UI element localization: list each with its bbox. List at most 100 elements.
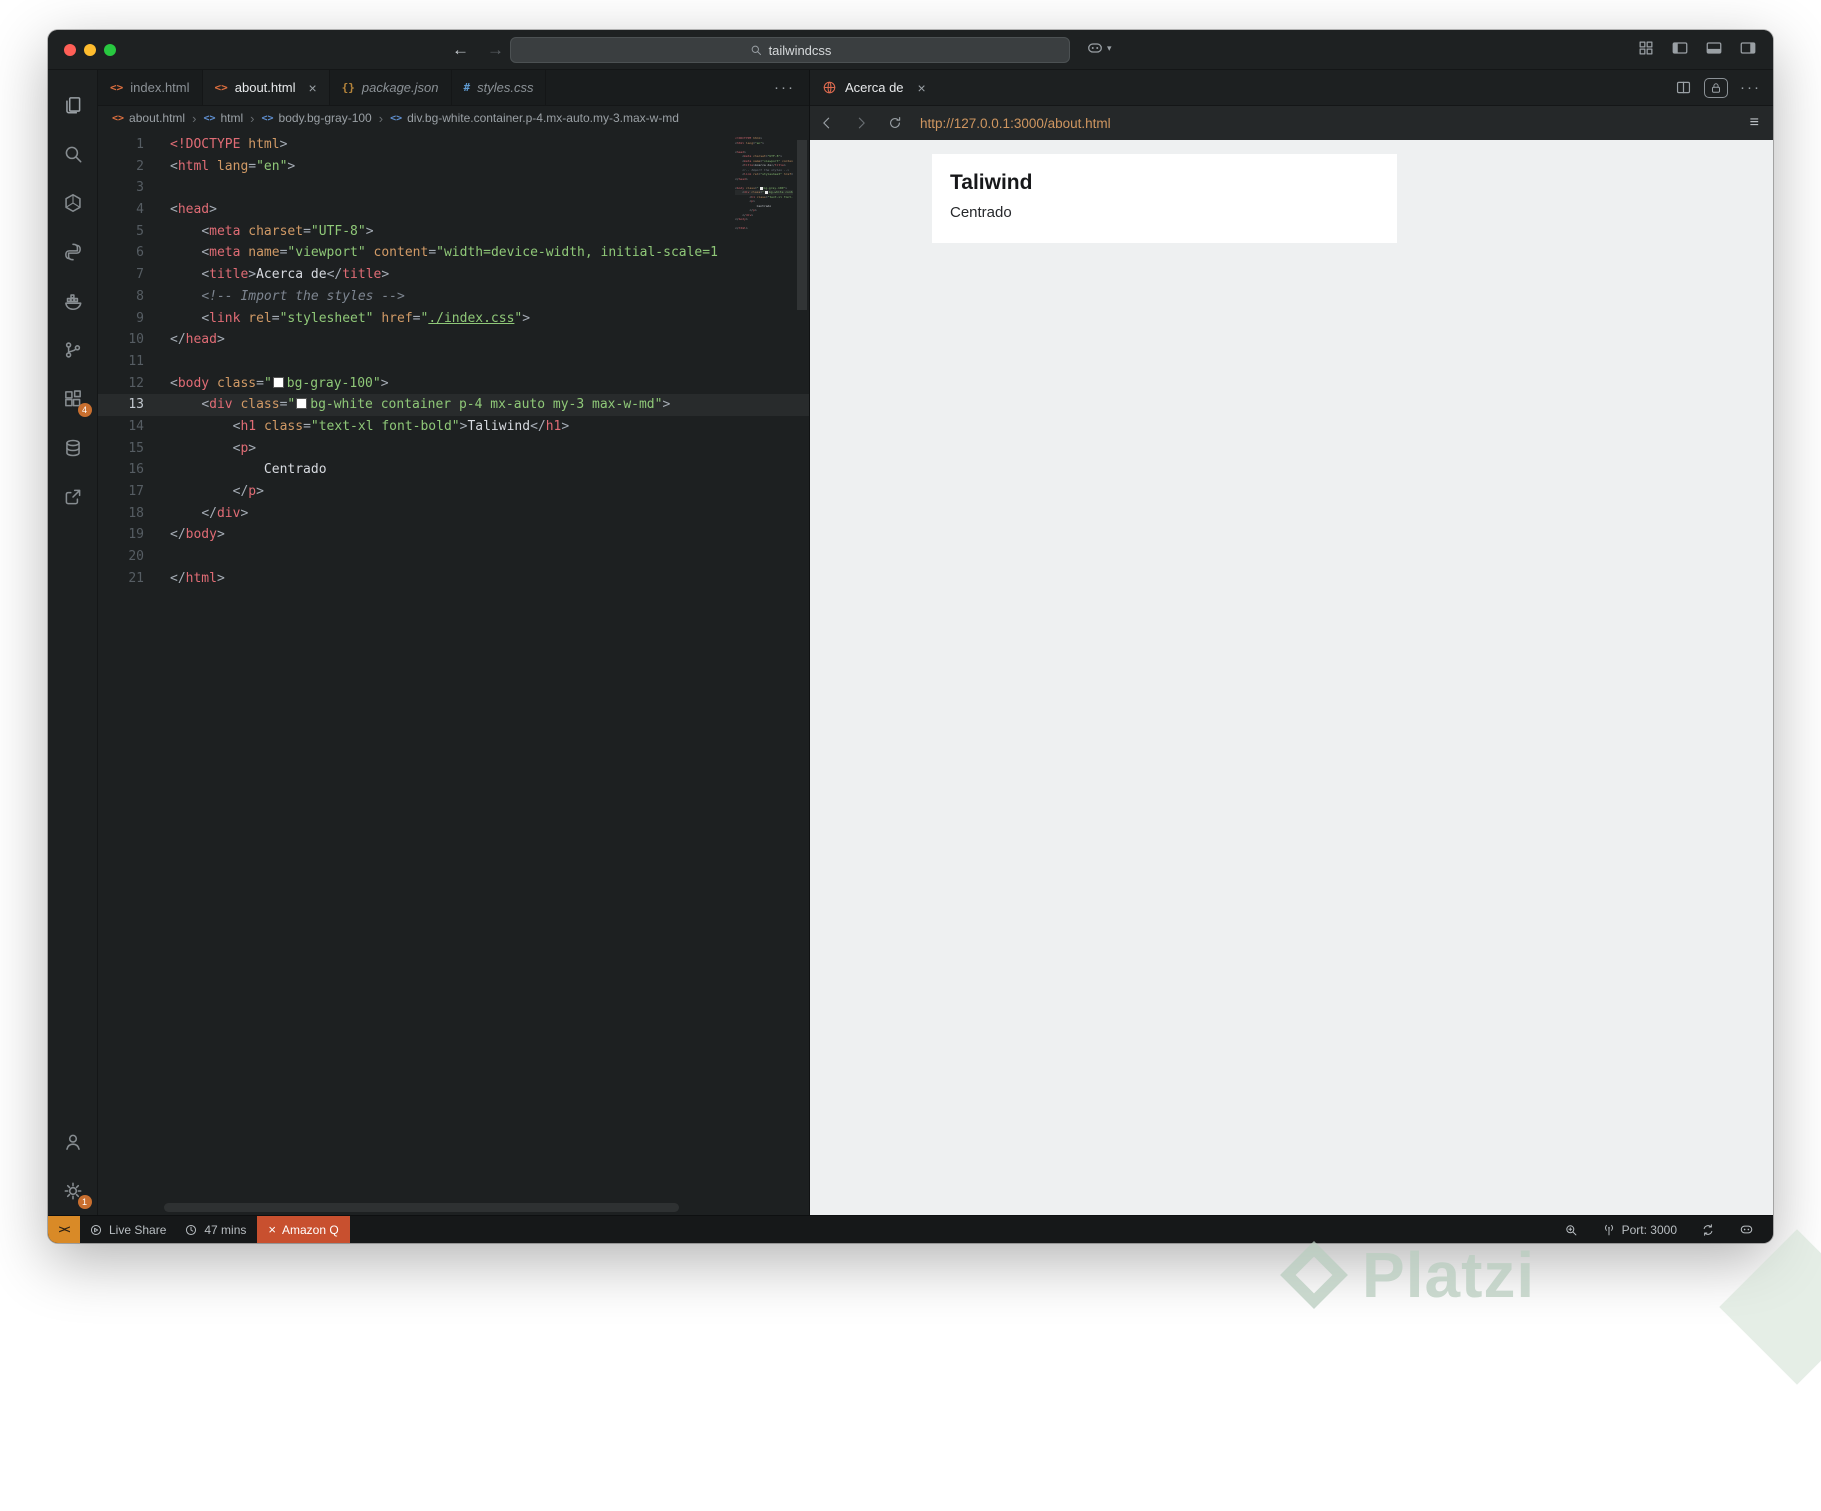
browser-forward-button[interactable] (844, 115, 878, 131)
command-center-search[interactable]: tailwindcss (510, 37, 1070, 63)
browser-reload-button[interactable] (878, 115, 912, 131)
code-editor[interactable]: 1 <!DOCTYPE html> 2 <html lang="en"> 3 4 <head… (98, 130, 809, 1215)
breadcrumb-item[interactable]: <> html (203, 111, 243, 125)
code-token: > (216, 332, 225, 348)
settings-menu[interactable]: 1 (49, 1166, 97, 1215)
code-line[interactable]: 16 Centrado (98, 459, 809, 481)
sidebar-item-database[interactable] (49, 423, 97, 472)
copilot-menu[interactable]: ▾ (1086, 39, 1112, 57)
remote-indicator[interactable]: >< (48, 1216, 80, 1243)
split-editor-icon[interactable] (1675, 79, 1692, 96)
browser-viewport[interactable]: Taliwind Centrado (810, 140, 1773, 1215)
code-token: lang (216, 158, 249, 174)
code-line[interactable]: 3 (98, 177, 809, 199)
history-back-button[interactable]: ← (452, 40, 469, 60)
code-line[interactable]: 9 <link rel="stylesheet" href="./index.c… (98, 308, 809, 330)
horizontal-scrollbar[interactable] (164, 1203, 679, 1212)
sidebar-item-live-share[interactable] (49, 472, 97, 521)
sidebar-item-python[interactable] (49, 227, 97, 276)
session-timer[interactable]: 47 mins (175, 1216, 255, 1243)
breadcrumb-item[interactable]: <> div.bg-white.container.p-4.mx-auto.my-… (390, 111, 679, 125)
browser-back-button[interactable] (810, 115, 844, 131)
live-share-button[interactable]: Live Share (80, 1216, 175, 1243)
code-line[interactable]: 10 </head> (98, 329, 809, 351)
sidebar-item-extensions[interactable]: 4 (49, 374, 97, 423)
code-line[interactable]: 14 <h1 class="text-xl font-bold">Taliwin… (98, 416, 809, 438)
amazon-q-button[interactable]: × Amazon Q (257, 1216, 350, 1243)
tab-index.html[interactable]: <> index.html (98, 70, 203, 105)
line-number: 17 (128, 484, 144, 499)
code-line[interactable]: 8 <!-- Import the styles --> (98, 286, 809, 308)
code-line[interactable]: 1 <!DOCTYPE html> (98, 134, 809, 156)
close-icon[interactable]: × (918, 80, 926, 96)
lock-toggle[interactable] (1704, 77, 1728, 98)
sidebar-item-explorer[interactable] (49, 80, 97, 129)
code-line[interactable]: 21 </html> (98, 568, 809, 590)
breadcrumb-item[interactable]: <> body.bg-gray-100 (262, 111, 372, 125)
code-token: div (209, 397, 233, 413)
code-token: Taliwind (467, 418, 531, 434)
symbol-icon: <> (112, 112, 125, 124)
code-token: h1 (545, 418, 562, 434)
toggle-panel-bottom-icon[interactable] (1705, 39, 1723, 57)
tab-package.json[interactable]: {} package.json (329, 70, 452, 105)
grid-layout-icon[interactable] (1637, 39, 1655, 57)
amazon-q-label: Amazon Q (282, 1222, 339, 1237)
account-menu[interactable] (49, 1117, 97, 1166)
url-bar[interactable]: http://127.0.0.1:3000/about.html (912, 116, 1736, 131)
toggle-sidebar-right-icon[interactable] (1739, 39, 1757, 57)
sidebar-item-docker[interactable] (49, 276, 97, 325)
tab-browser-preview[interactable]: Acerca de × (810, 70, 938, 105)
watermark-text: Platzi (1362, 1239, 1536, 1311)
code-line[interactable]: 19 </body> (98, 524, 809, 546)
code-line[interactable]: 12 <body class=" bg-gray-100"> (98, 373, 809, 395)
code-token: </ (170, 527, 186, 543)
maximize-window-button[interactable] (104, 44, 116, 56)
line-number: 9 (136, 310, 144, 326)
line-number: 13 (128, 397, 144, 413)
code-token: html (177, 158, 210, 174)
close-icon[interactable]: × (268, 1222, 276, 1237)
code-line[interactable]: 4 <head> (98, 199, 809, 221)
toggle-sidebar-left-icon[interactable] (1671, 39, 1689, 57)
more-actions-icon[interactable]: ··· (760, 70, 809, 105)
close-window-button[interactable] (64, 44, 76, 56)
sidebar-item-source-control[interactable] (49, 325, 97, 374)
code-line[interactable]: 18 </div> (98, 503, 809, 525)
code-line[interactable]: 20 (98, 546, 809, 568)
code-line[interactable]: 13 <div class=" bg-white container p-4 mx… (98, 394, 809, 416)
history-forward-button[interactable]: → (487, 40, 504, 60)
symbol-icon: <> (203, 112, 216, 124)
code-token: name (248, 245, 280, 261)
line-number: 16 (128, 462, 144, 478)
close-icon[interactable]: × (308, 80, 316, 96)
port-indicator[interactable]: Port: 3000 (1593, 1223, 1686, 1237)
copilot-status-button[interactable] (1730, 1222, 1763, 1237)
browser-nav-bar: http://127.0.0.1:3000/about.html ≡ (810, 106, 1773, 140)
tab-styles.css[interactable]: # styles.css (451, 70, 547, 105)
file-type-icon: <> (214, 81, 228, 94)
more-actions-icon[interactable]: ··· (1740, 79, 1761, 96)
minimize-window-button[interactable] (84, 44, 96, 56)
code-token: > (381, 267, 390, 283)
code-line[interactable]: 5 <meta charset="UTF-8"> (98, 221, 809, 243)
symbol-icon: <> (261, 112, 274, 124)
browser-menu-icon[interactable]: ≡ (1736, 114, 1773, 132)
sidebar-item-remote-explorer[interactable] (49, 178, 97, 227)
docker-icon (64, 293, 81, 310)
code-line[interactable]: 2 <html lang="en"> (98, 156, 809, 178)
breadcrumb-item[interactable]: <> about.html (112, 111, 185, 125)
code-line[interactable]: 7 <title>Acerca de</title> (98, 264, 809, 286)
sidebar-item-search[interactable] (49, 129, 97, 178)
code-line[interactable]: 15 <p> (98, 438, 809, 460)
code-token: = (428, 245, 437, 261)
code-line[interactable]: 6 <meta name="viewport" content="width=d… (98, 242, 809, 264)
code-line[interactable]: 11 (98, 351, 809, 373)
sync-button[interactable] (1692, 1223, 1724, 1237)
code-line[interactable]: 17 </p> (98, 481, 809, 503)
vertical-scrollbar[interactable] (797, 140, 807, 310)
code-token: > (248, 440, 257, 456)
tab-about.html[interactable]: <> about.html × (202, 70, 330, 105)
zoom-button[interactable] (1555, 1223, 1587, 1237)
